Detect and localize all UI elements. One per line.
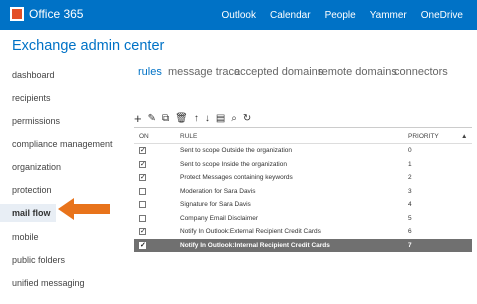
- table-row[interactable]: Moderation for Sara Davis 3: [134, 185, 472, 199]
- edit-icon[interactable]: ✎: [148, 113, 156, 124]
- office365-logo[interactable]: Office 365: [10, 7, 83, 21]
- rule-name: Sent to scope Outside the organization: [180, 147, 293, 154]
- table-row[interactable]: ✓ Notify In Outlook:Internal Recipient Cr…: [134, 238, 472, 252]
- tab-connectors[interactable]: connectors: [394, 66, 448, 78]
- move-down-icon[interactable]: ↓: [205, 113, 210, 124]
- table-row[interactable]: Company Email Disclaimer 5: [134, 212, 472, 226]
- tab-accepted-domains[interactable]: accepted domains: [234, 66, 323, 78]
- tab-message-trace[interactable]: message trace: [168, 66, 240, 78]
- rule-priority: 1: [408, 160, 412, 168]
- sidebar-item-permissions[interactable]: permissions: [12, 116, 60, 126]
- sidebar-item-organization[interactable]: organization: [12, 162, 61, 172]
- move-up-icon[interactable]: ↑: [194, 113, 199, 124]
- rule-priority: 3: [408, 187, 412, 195]
- rule-priority: 7: [408, 241, 412, 249]
- enabled-checkbox[interactable]: [139, 201, 146, 208]
- column-header-priority[interactable]: PRIORITY: [408, 133, 439, 140]
- rule-name: Protect Messages containing keywords: [180, 174, 293, 181]
- sidebar-item-protection[interactable]: protection: [12, 185, 52, 195]
- add-icon[interactable]: +: [134, 111, 142, 126]
- nav-yammer[interactable]: Yammer: [370, 10, 407, 21]
- refresh-icon[interactable]: ↻: [243, 113, 251, 124]
- top-nav: Outlook Calendar People Yammer OneDrive: [222, 0, 477, 30]
- sidebar-item-mail-flow[interactable]: mail flow: [0, 204, 56, 222]
- table-header: ON RULE PRIORITY ▲: [134, 128, 472, 144]
- tab-remote-domains[interactable]: remote domains: [318, 66, 397, 78]
- sidebar-item-dashboard[interactable]: dashboard: [12, 70, 55, 80]
- nav-people[interactable]: People: [325, 10, 356, 21]
- rules-table: ON RULE PRIORITY ▲ ✓ Sent to scope Outsid…: [134, 127, 472, 252]
- enabled-checkbox[interactable]: ✓: [139, 228, 146, 235]
- search-icon[interactable]: ⌕: [231, 113, 237, 124]
- sidebar-item-unified-messaging[interactable]: unified messaging: [12, 278, 85, 288]
- arrow-annotation-icon: [58, 198, 110, 220]
- table-row[interactable]: Signature for Sara Davis 4: [134, 198, 472, 212]
- toolbar: + ✎ ⧉ 🗑 ↑ ↓ ▤ ⌕ ↻: [134, 111, 257, 126]
- rule-priority: 4: [408, 201, 412, 208]
- rule-priority: 6: [408, 228, 412, 235]
- top-bar: Office 365 Outlook Calendar People Yamme…: [0, 0, 477, 30]
- rule-name: Notify In Outlook:External Recipient Cre…: [180, 228, 321, 235]
- table-row[interactable]: ✓ Sent to scope Outside the organization 0: [134, 144, 472, 158]
- table-row[interactable]: ✓ Sent to scope Inside the organization 1: [134, 158, 472, 172]
- sidebar-item-compliance-management[interactable]: compliance management: [12, 139, 113, 149]
- column-header-on[interactable]: ON: [139, 133, 149, 140]
- sidebar-item-mobile[interactable]: mobile: [12, 232, 39, 242]
- rule-name: Notify In Outlook:Internal Recipient Cre…: [180, 241, 330, 249]
- nav-calendar[interactable]: Calendar: [270, 10, 311, 21]
- enabled-checkbox[interactable]: ✓: [139, 241, 146, 249]
- rule-name: Moderation for Sara Davis: [180, 187, 256, 195]
- enabled-checkbox[interactable]: [139, 214, 146, 222]
- enabled-checkbox[interactable]: ✓: [139, 147, 146, 154]
- enabled-checkbox[interactable]: [139, 187, 146, 195]
- rule-priority: 0: [408, 147, 412, 154]
- rule-name: Signature for Sara Davis: [180, 201, 251, 208]
- sidebar-item-public-folders[interactable]: public folders: [12, 255, 65, 265]
- table-row[interactable]: ✓ Notify In Outlook:External Recipient Cr…: [134, 225, 472, 239]
- office-logo-icon: [10, 7, 24, 21]
- copy-icon[interactable]: ⧉: [162, 113, 169, 124]
- rule-priority: 5: [408, 214, 412, 222]
- tab-rules[interactable]: rules: [138, 66, 162, 78]
- rule-name: Sent to scope Inside the organization: [180, 160, 287, 168]
- column-header-rule[interactable]: RULE: [180, 133, 197, 140]
- delete-icon[interactable]: 🗑: [175, 113, 188, 124]
- more-options-icon[interactable]: ▤: [216, 113, 225, 124]
- sidebar-item-recipients[interactable]: recipients: [12, 93, 51, 103]
- nav-outlook[interactable]: Outlook: [222, 10, 256, 21]
- brand-name: Office 365: [29, 7, 84, 21]
- table-row[interactable]: ✓ Protect Messages containing keywords 2: [134, 171, 472, 185]
- rule-priority: 2: [408, 174, 412, 181]
- page-title: Exchange admin center: [12, 38, 165, 54]
- rule-name: Company Email Disclaimer: [180, 214, 259, 222]
- enabled-checkbox[interactable]: ✓: [139, 174, 146, 181]
- nav-onedrive[interactable]: OneDrive: [421, 10, 463, 21]
- sort-ascending-icon[interactable]: ▲: [461, 133, 467, 140]
- enabled-checkbox[interactable]: ✓: [139, 160, 146, 168]
